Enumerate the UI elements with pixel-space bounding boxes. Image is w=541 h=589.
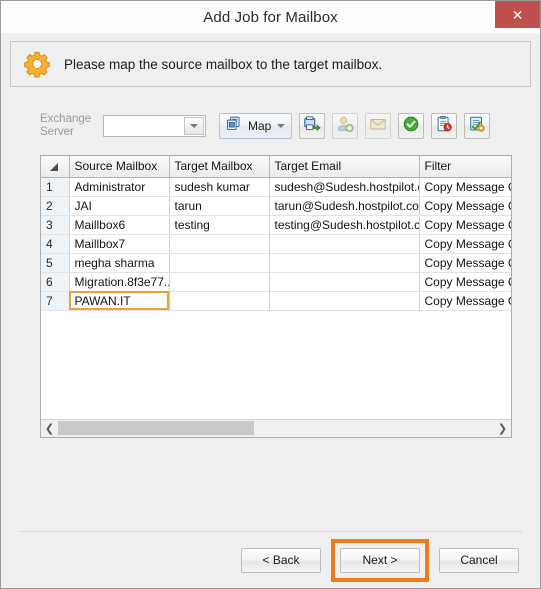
table-header-row: Source Mailbox Target Mailbox Target Ema… xyxy=(41,156,511,178)
row-number[interactable]: 6 xyxy=(41,272,70,292)
cell-filter[interactable]: Copy Message C xyxy=(419,272,511,292)
dialog-body: Please map the source mailbox to the tar… xyxy=(1,33,540,588)
scroll-right-arrow-icon[interactable]: ❯ xyxy=(494,420,511,437)
mailbox-mapping-grid[interactable]: Source Mailbox Target Mailbox Target Ema… xyxy=(40,155,512,438)
map-dropdown-chevron-icon[interactable] xyxy=(277,124,286,128)
exchange-server-combobox[interactable] xyxy=(103,115,206,137)
table-row[interactable]: 6 Migration.8f3e77... Copy Message C xyxy=(41,272,511,292)
cell-source-mailbox[interactable]: JAI xyxy=(69,196,170,216)
cell-target-mailbox[interactable] xyxy=(169,253,270,273)
back-button[interactable]: < Back xyxy=(241,547,321,573)
cell-source-mailbox[interactable]: Maillbox6 xyxy=(69,215,170,235)
cell-target-email[interactable] xyxy=(269,253,420,273)
cell-target-mailbox[interactable] xyxy=(169,234,270,254)
table-row[interactable]: 5 megha sharma Copy Message C xyxy=(41,253,511,273)
validate-settings-button[interactable] xyxy=(464,113,491,139)
add-user-button[interactable] xyxy=(332,113,359,139)
corner-triangle-icon xyxy=(50,163,58,172)
table-row[interactable]: 4 Maillbox7 Copy Message C xyxy=(41,234,511,254)
title-bar: Add Job for Mailbox ✕ xyxy=(1,1,540,33)
next-button-highlight: Next > xyxy=(331,538,429,582)
cell-target-email[interactable]: testing@Sudesh.hostpilot.com xyxy=(269,215,420,235)
cell-source-mailbox[interactable]: Maillbox7 xyxy=(69,234,170,254)
validate-settings-icon xyxy=(468,115,486,138)
cell-target-email[interactable]: tarun@Sudesh.hostpilot.com xyxy=(269,196,420,216)
row-number[interactable]: 5 xyxy=(41,253,70,273)
column-header-target-email[interactable]: Target Email xyxy=(269,156,420,178)
cell-target-email[interactable] xyxy=(269,291,420,311)
table-row[interactable]: 1 Administrator sudesh kumar sudesh@Sude… xyxy=(41,177,511,197)
dialog-window: Add Job for Mailbox ✕ Please map the sou… xyxy=(0,0,541,589)
cell-source-mailbox[interactable]: Administrator xyxy=(69,177,170,197)
report-button[interactable] xyxy=(431,113,458,139)
row-number[interactable]: 4 xyxy=(41,234,70,254)
exchange-server-label: Exchange Server xyxy=(40,113,96,139)
row-number[interactable]: 7 xyxy=(41,291,70,311)
cell-target-mailbox[interactable]: testing xyxy=(169,215,270,235)
cell-source-mailbox[interactable]: Migration.8f3e77... xyxy=(69,272,170,292)
map-button[interactable]: Map xyxy=(219,113,293,139)
column-header-source-mailbox[interactable]: Source Mailbox xyxy=(69,156,170,178)
chevron-down-icon[interactable] xyxy=(184,117,204,135)
wizard-footer: < Back Next > Cancel xyxy=(10,532,531,588)
gear-icon xyxy=(23,50,51,78)
cancel-button[interactable]: Cancel xyxy=(439,547,519,573)
report-clock-icon xyxy=(435,115,453,138)
cell-source-mailbox[interactable]: PAWAN.IT xyxy=(69,291,170,311)
cell-filter[interactable]: Copy Message C xyxy=(419,234,511,254)
cell-target-mailbox[interactable]: sudesh kumar xyxy=(169,177,270,197)
cell-target-mailbox[interactable] xyxy=(169,291,270,311)
select-all-corner[interactable] xyxy=(41,156,70,178)
cell-filter[interactable]: Copy Message C xyxy=(419,196,511,216)
scrollbar-thumb[interactable] xyxy=(58,421,255,435)
cell-source-mailbox[interactable]: megha sharma xyxy=(69,253,170,273)
table-row[interactable]: 2 JAI tarun tarun@Sudesh.hostpilot.com C… xyxy=(41,196,511,216)
cell-filter[interactable]: Copy Message C xyxy=(419,215,511,235)
mail-icon xyxy=(369,115,387,138)
scrollbar-track[interactable] xyxy=(58,420,494,437)
row-number[interactable]: 2 xyxy=(41,196,70,216)
footer-spacer xyxy=(10,438,531,531)
cell-filter[interactable]: Copy Message C xyxy=(419,177,511,197)
export-icon xyxy=(303,115,321,138)
map-button-label: Map xyxy=(248,119,272,133)
exchange-server-label-line2: Server xyxy=(40,126,74,138)
cell-target-mailbox[interactable]: tarun xyxy=(169,196,270,216)
scroll-left-arrow-icon[interactable]: ❮ xyxy=(41,420,58,437)
table-body: 1 Administrator sudesh kumar sudesh@Sude… xyxy=(41,177,511,311)
cell-target-email[interactable] xyxy=(269,234,420,254)
exchange-server-label-line1: Exchange xyxy=(40,113,92,125)
grid-viewport: Source Mailbox Target Mailbox Target Ema… xyxy=(41,156,511,419)
map-icon xyxy=(225,115,242,137)
mapping-table: Source Mailbox Target Mailbox Target Ema… xyxy=(41,156,511,311)
cell-target-email[interactable] xyxy=(269,272,420,292)
toolbar: Exchange Server Map xyxy=(10,111,531,141)
row-number[interactable]: 3 xyxy=(41,215,70,235)
column-header-target-mailbox[interactable]: Target Mailbox xyxy=(169,156,270,178)
close-button[interactable]: ✕ xyxy=(495,1,540,28)
page-title: Add Job for Mailbox xyxy=(203,8,338,26)
check-circle-icon xyxy=(402,115,420,138)
cell-target-email[interactable]: sudesh@Sudesh.hostpilot.c... xyxy=(269,177,420,197)
export-button[interactable] xyxy=(299,113,326,139)
instruction-banner: Please map the source mailbox to the tar… xyxy=(10,41,531,87)
cell-target-mailbox[interactable] xyxy=(169,272,270,292)
table-row[interactable]: 3 Maillbox6 testing testing@Sudesh.hostp… xyxy=(41,215,511,235)
row-number[interactable]: 1 xyxy=(41,177,70,197)
instruction-text: Please map the source mailbox to the tar… xyxy=(64,56,383,72)
table-row[interactable]: 7 PAWAN.IT Copy Message C xyxy=(41,291,511,311)
validate-button[interactable] xyxy=(398,113,425,139)
horizontal-scrollbar[interactable]: ❮ ❯ xyxy=(41,419,511,437)
cell-filter[interactable]: Copy Message C xyxy=(419,253,511,273)
exchange-server-value xyxy=(104,116,184,136)
next-button[interactable]: Next > xyxy=(340,547,420,573)
add-user-icon xyxy=(336,115,354,138)
mail-button[interactable] xyxy=(365,113,392,139)
cell-filter[interactable]: Copy Message C xyxy=(419,291,511,311)
column-header-filter[interactable]: Filter xyxy=(419,156,511,178)
